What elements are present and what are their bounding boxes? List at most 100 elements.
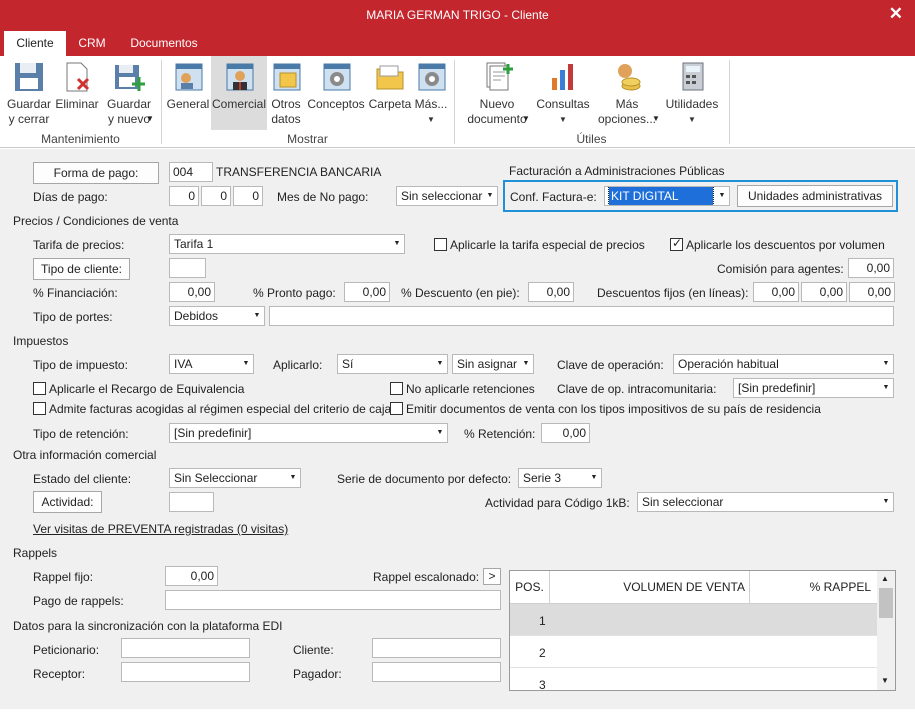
grid-row[interactable]: 1 — [510, 604, 877, 636]
volume-discount-checkbox[interactable]: Aplicarle los descuentos por volumen — [670, 236, 885, 252]
utilities-chevron-down-icon: ▼ — [688, 115, 696, 124]
more-button[interactable]: Más... ▼ — [414, 56, 448, 127]
edi-requester-input[interactable] — [121, 638, 250, 658]
issue-docs-checkbox[interactable]: Emitir documentos de venta con los tipos… — [390, 402, 821, 416]
other-section-title: Otra información comercial — [13, 448, 157, 462]
client-status-label: Estado del cliente: — [33, 472, 132, 486]
tab-cliente[interactable]: Cliente — [4, 31, 66, 56]
presale-visits-link[interactable]: Ver visitas de PREVENTA registradas (0 v… — [33, 522, 288, 536]
group-label-maintenance: Mantenimiento — [41, 132, 120, 146]
bottom-strip — [0, 709, 915, 718]
grid-scrollbar[interactable]: ▲ ▼ — [877, 571, 895, 690]
chevron-down-icon: ▼ — [242, 360, 250, 367]
financing-input[interactable]: 0,00 — [169, 282, 215, 302]
other-data-button[interactable]: Otros datos — [268, 56, 304, 127]
new-doc-chevron-icon: ▼ — [522, 114, 530, 123]
equivalence-checkbox[interactable]: Aplicarle el Recargo de Equivalencia — [33, 382, 244, 396]
cash-criterion-checkbox[interactable]: Admite facturas acogidas al régimen espe… — [33, 402, 391, 416]
tab-documentos[interactable]: Documentos — [120, 31, 208, 56]
rappel-grid[interactable]: POS. VOLUMEN DE VENTA % RAPPEL 1 2 3 ▲ ▼ — [509, 570, 896, 691]
close-icon[interactable]: ✕ — [889, 4, 903, 24]
fixed-discount-1-input[interactable]: 0,00 — [753, 282, 799, 302]
delete-button[interactable]: Eliminar — [54, 56, 100, 112]
general-button[interactable]: General — [166, 56, 210, 112]
save-close-button[interactable]: Guardar y cerrar — [4, 56, 54, 127]
discount-input[interactable]: 0,00 — [528, 282, 574, 302]
client-type-input[interactable] — [169, 258, 206, 278]
no-pay-month-select[interactable]: Sin seleccionar ▼ — [396, 186, 498, 206]
activity-button[interactable]: Actividad: — [33, 491, 102, 513]
retention-type-select[interactable]: [Sin predefinir] ▼ — [169, 423, 448, 443]
fixed-discount-2-input[interactable]: 0,00 — [801, 282, 847, 302]
rappel-scaled-button[interactable]: > — [483, 568, 501, 585]
edi-client-input[interactable] — [372, 638, 501, 658]
payment-day-2-input[interactable]: 0 — [201, 186, 231, 206]
edi-payer-input[interactable] — [372, 662, 501, 682]
rappel-payment-label: Pago de rappels: — [33, 594, 124, 608]
series-select[interactable]: Serie 3 ▼ — [518, 468, 602, 488]
edi-payer-label: Pagador: — [293, 667, 342, 681]
special-rate-checkbox[interactable]: Aplicarle la tarifa especial de precios — [434, 238, 645, 252]
client-type-button[interactable]: Tipo de cliente: — [33, 258, 130, 280]
title-bar: MARIA GERMAN TRIGO - Cliente ✕ — [0, 0, 915, 31]
einvoice-conf-select[interactable]: KIT DIGITAL ▼ — [604, 186, 730, 206]
chevron-down-icon: ▼ — [436, 360, 444, 367]
chevron-down-icon: ▼ — [882, 360, 890, 367]
queries-chevron-down-icon: ▼ — [559, 115, 567, 124]
intra-key-select[interactable]: [Sin predefinir] ▼ — [733, 378, 894, 398]
more-options-button[interactable]: Más opciones... — [594, 56, 660, 127]
chevron-down-icon: ▼ — [393, 240, 401, 247]
apply-select[interactable]: Sí ▼ — [337, 354, 448, 374]
edi-receiver-label: Receptor: — [33, 667, 86, 681]
comercial-button[interactable]: Comercial — [211, 56, 267, 130]
payment-day-1-input[interactable]: 0 — [169, 186, 199, 206]
tax-type-select[interactable]: IVA ▼ — [169, 354, 254, 374]
edi-section-title: Datos para la sincronización con la plat… — [13, 619, 283, 633]
chevron-down-icon: ▼ — [436, 429, 444, 436]
payment-day-3-input[interactable]: 0 — [233, 186, 263, 206]
grid-header-rappel: % RAPPEL — [750, 571, 877, 604]
payment-code-input[interactable]: 004 — [169, 162, 213, 182]
prompt-pay-input[interactable]: 0,00 — [344, 282, 390, 302]
grid-row[interactable]: 3 — [510, 668, 877, 690]
chevron-down-icon: ▼ — [289, 474, 297, 481]
chevron-down-icon: ▼ — [253, 312, 261, 319]
scroll-thumb[interactable] — [879, 588, 893, 618]
utilities-button[interactable]: Utilidades ▼ — [662, 56, 722, 127]
concepts-button[interactable]: Conceptos — [306, 56, 366, 112]
grid-row[interactable]: 2 — [510, 636, 877, 668]
tab-crm[interactable]: CRM — [68, 31, 116, 56]
edi-requester-label: Peticionario: — [33, 643, 100, 657]
ribbon: Guardar y cerrar Eliminar Guardar y nuev… — [0, 56, 915, 148]
rappel-fixed-input[interactable]: 0,00 — [165, 566, 218, 586]
shipping-label: Tipo de portes: — [33, 310, 113, 324]
grid-header-volume: VOLUMEN DE VENTA — [550, 571, 750, 604]
rappel-scaled-label: Rappel escalonado: — [373, 570, 480, 584]
group-label-show: Mostrar — [287, 132, 328, 146]
administrative-units-button[interactable]: Unidades administrativas — [737, 185, 893, 207]
scroll-down-icon[interactable]: ▼ — [881, 676, 889, 685]
no-retentions-checkbox[interactable]: No aplicarle retenciones — [390, 382, 535, 396]
rappel-payment-input[interactable] — [165, 590, 501, 610]
edi-receiver-input[interactable] — [121, 662, 250, 682]
einvoice-title: Facturación a Administraciones Públicas — [509, 164, 725, 178]
queries-button[interactable]: Consultas ▼ — [534, 56, 592, 127]
assign-select[interactable]: Sin asignar ▼ — [452, 354, 534, 374]
retention-pct-input[interactable]: 0,00 — [541, 423, 590, 443]
client-status-select[interactable]: Sin Seleccionar ▼ — [169, 468, 301, 488]
activity-1kb-select[interactable]: Sin seleccionar ▼ — [637, 492, 894, 512]
rappels-section-title: Rappels — [13, 546, 58, 560]
shipping-text-input[interactable] — [269, 306, 894, 326]
activity-input[interactable] — [169, 492, 214, 512]
folder-button[interactable]: Carpeta — [367, 56, 413, 112]
chevron-down-icon: ▼ — [522, 360, 530, 367]
op-key-select[interactable]: Operación habitual ▼ — [673, 354, 894, 374]
rate-label: Tarifa de precios: — [33, 238, 125, 252]
shipping-select[interactable]: Debidos ▼ — [169, 306, 265, 326]
scroll-up-icon[interactable]: ▲ — [881, 574, 889, 583]
agent-commission-input[interactable]: 0,00 — [848, 258, 894, 278]
payment-method-button[interactable]: Forma de pago: — [33, 162, 159, 184]
rate-select[interactable]: Tarifa 1 ▼ — [169, 234, 405, 254]
fixed-discount-3-input[interactable]: 0,00 — [849, 282, 895, 302]
apply-label: Aplicarlo: — [273, 358, 323, 372]
